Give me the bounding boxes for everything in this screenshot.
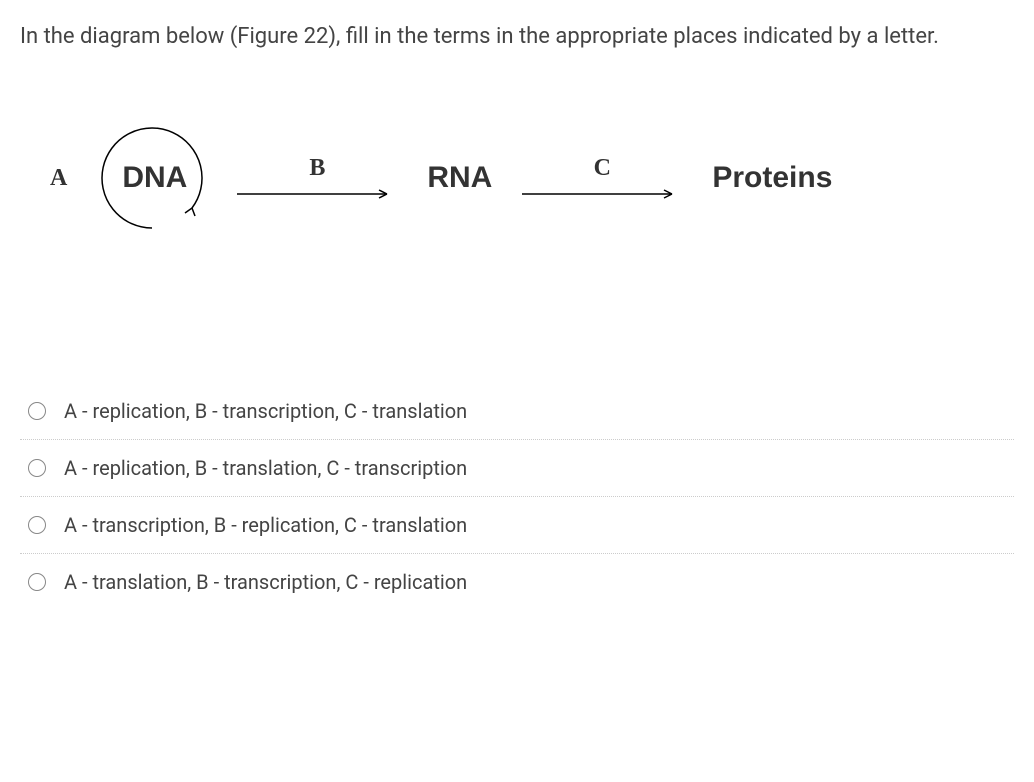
radio-icon [28,402,46,420]
question-text: In the diagram below (Figure 22), fill i… [20,20,1014,53]
label-c: C [594,155,611,182]
central-dogma-diagram: A DNA B RNA C Proteins [50,113,1014,243]
rna-node: RNA [427,161,492,195]
option-row[interactable]: A - replication, B - translation, C - tr… [20,440,1014,497]
option-row[interactable]: A - transcription, B - replication, C - … [20,497,1014,554]
arrow-c-group: C [522,155,682,201]
radio-icon [28,459,46,477]
radio-icon [28,573,46,591]
label-b: B [309,155,325,182]
option-label: A - replication, B - transcription, C - … [64,399,467,423]
option-row[interactable]: A - translation, B - transcription, C - … [20,554,1014,610]
arrow-b-group: B [237,155,397,201]
dna-node: DNA [122,161,187,195]
proteins-node: Proteins [712,161,832,195]
label-a: A [50,165,67,192]
arrow-icon [237,187,397,201]
option-label: A - replication, B - translation, C - tr… [64,456,467,480]
answer-options: A - replication, B - transcription, C - … [20,383,1014,610]
arrow-icon [522,187,682,201]
option-row[interactable]: A - replication, B - transcription, C - … [20,383,1014,440]
option-label: A - translation, B - transcription, C - … [64,570,467,594]
radio-icon [28,516,46,534]
option-label: A - transcription, B - replication, C - … [64,513,467,537]
